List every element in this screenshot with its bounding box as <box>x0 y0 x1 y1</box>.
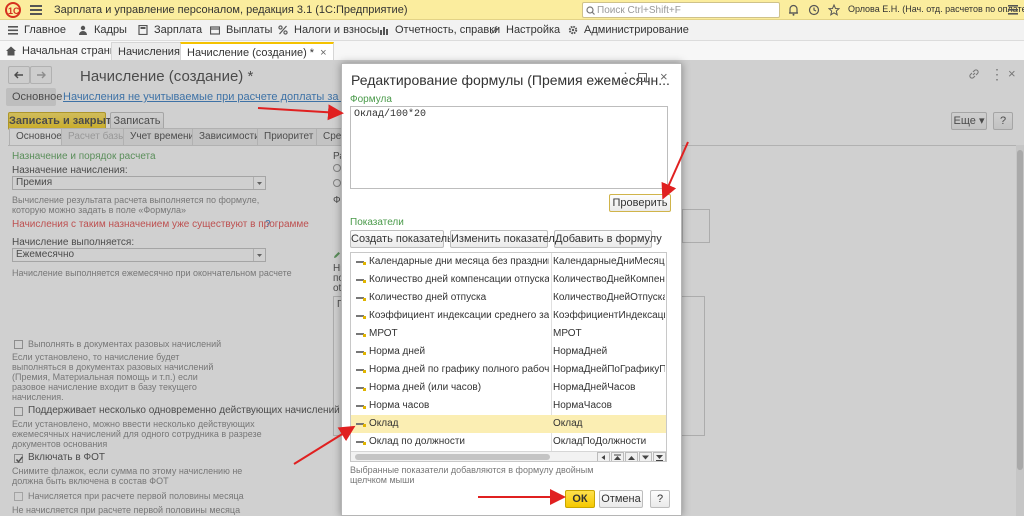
arrow-to-check-button <box>661 141 689 200</box>
arrow-to-salary-row <box>293 425 356 465</box>
arrow-to-formula <box>257 104 344 121</box>
annotation-arrows <box>257 104 689 505</box>
